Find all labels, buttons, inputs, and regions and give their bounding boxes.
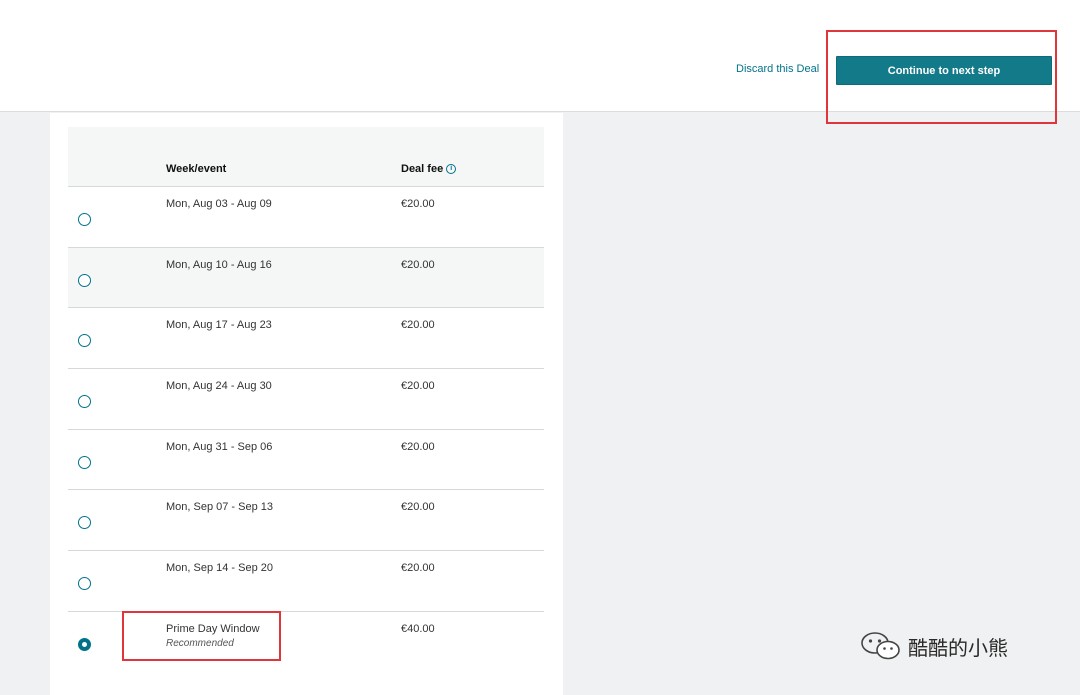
week-label: Mon, Aug 10 - Aug 16 — [166, 258, 272, 271]
week-label: Mon, Aug 03 - Aug 09 — [166, 198, 272, 210]
column-header-fee-label: Deal fee — [401, 163, 444, 175]
table-row: Mon, Aug 24 - Aug 30 €20.00 — [68, 369, 544, 430]
table-row: Mon, Aug 17 - Aug 23 €20.00 — [68, 308, 544, 370]
week-label: Mon, Aug 17 - Aug 23 — [166, 319, 272, 332]
deal-week-panel: Week/event Deal fee i Mon, Aug 03 - Aug 0… — [50, 113, 563, 695]
fee-value: €20.00 — [401, 258, 435, 271]
column-header-fee: Deal fee i — [401, 163, 457, 175]
wechat-icon — [861, 632, 900, 660]
fee-value: €40.00 — [401, 622, 435, 635]
top-bar: Discard this Deal Continue to next step — [0, 0, 1080, 112]
table-row: Mon, Aug 31 - Sep 06 €20.00 — [68, 429, 544, 491]
week-radio-selected[interactable] — [78, 637, 91, 651]
week-label: Mon, Sep 07 - Sep 13 — [166, 501, 274, 514]
table-header: Week/event Deal fee i — [68, 127, 544, 187]
watermark-text: 酷酷的小熊 — [908, 635, 1008, 660]
table-row: Prime Day Window Recommended €40.00 — [68, 611, 544, 673]
table-row: Mon, Aug 10 - Aug 16 €20.00 — [68, 247, 544, 309]
recommended-label: Recommended — [166, 637, 234, 649]
continue-button[interactable]: Continue to next step — [836, 56, 1052, 85]
event-label: Prime Day Window — [166, 622, 260, 635]
week-radio[interactable] — [78, 455, 91, 469]
week-label: Mon, Aug 31 - Sep 06 — [166, 440, 273, 453]
fee-value: €20.00 — [401, 380, 435, 393]
fee-value: €20.00 — [401, 319, 435, 332]
table-row: Mon, Sep 14 - Sep 20 €20.00 — [68, 551, 544, 612]
column-header-week: Week/event — [166, 163, 227, 175]
table-row: Mon, Sep 07 - Sep 13 €20.00 — [68, 490, 544, 552]
week-radio[interactable] — [78, 334, 91, 348]
week-radio[interactable] — [78, 516, 91, 530]
week-radio[interactable] — [78, 577, 91, 591]
week-label: Mon, Aug 24 - Aug 30 — [166, 380, 272, 393]
discard-deal-link[interactable]: Discard this Deal — [736, 63, 819, 75]
fee-value: €20.00 — [401, 440, 435, 453]
deal-week-table: Week/event Deal fee i Mon, Aug 03 - Aug 0… — [68, 127, 544, 673]
table-row: Mon, Aug 03 - Aug 09 €20.00 — [68, 187, 544, 248]
week-radio[interactable] — [78, 273, 91, 287]
info-icon[interactable]: i — [446, 164, 457, 175]
fee-value: €20.00 — [401, 198, 435, 210]
week-label: Mon, Sep 14 - Sep 20 — [166, 562, 274, 575]
week-radio[interactable] — [78, 213, 91, 226]
fee-value: €20.00 — [401, 501, 435, 514]
watermark: 酷酷的小熊 — [860, 630, 1008, 662]
fee-value: €20.00 — [401, 562, 435, 575]
week-radio[interactable] — [78, 395, 91, 409]
